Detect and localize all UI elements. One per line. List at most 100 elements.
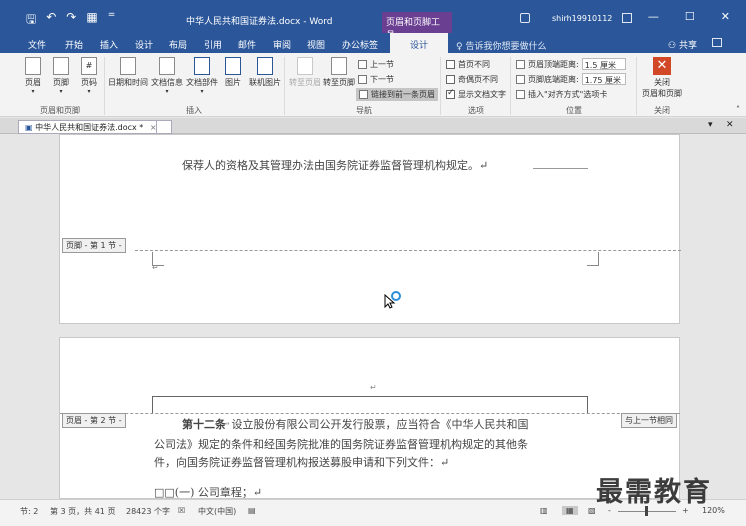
save-icon[interactable]: 🖫 [26, 10, 36, 31]
footer-section-tag: 页脚 - 第 1 节 - [62, 238, 126, 253]
header-top-distance: 页眉顶端距离: 1.5 厘米 [516, 58, 626, 70]
read-mode-icon[interactable]: ▥ [540, 506, 548, 515]
article-12-line-3[interactable]: 件，向国务院证券监督管理机构报送募股申请和下列文件：↵ [154, 454, 449, 470]
close-button[interactable]: ✕ [721, 10, 730, 23]
busy-cursor-icon [384, 291, 401, 309]
collapse-ribbon-icon[interactable]: ˄ [736, 105, 740, 114]
goto-footer-label: 转至页脚 [323, 78, 355, 87]
show-doc-text-checkbox[interactable]: 显示文档文字 [446, 88, 506, 100]
window-title: 中华人民共和国证券法.docx - Word [186, 17, 333, 27]
tab-hf-design[interactable]: 设计 [390, 33, 449, 53]
document-tab[interactable]: ▣ 中华人民共和国证券法.docx * × [18, 120, 164, 134]
footer-button[interactable]: 页脚 ▾ [50, 57, 72, 95]
divider [440, 57, 441, 115]
next-section-button[interactable]: 下一节 [358, 74, 394, 85]
tab-addin[interactable]: 办公标签 [342, 38, 378, 51]
page-1[interactable]: 保荐人的资格及其管理办法由国务院证券监督管理机构规定。↵ 页脚 - 第 1 节 … [59, 134, 681, 324]
insert-align-tab-label: 插入"对齐方式"选项卡 [528, 90, 608, 99]
header-distance-icon [516, 59, 525, 69]
group-navigation: 导航 [356, 106, 372, 115]
minimize-button[interactable]: — [648, 10, 659, 23]
window-controls: — ☐ ✕ [648, 10, 730, 23]
link-to-previous-button[interactable]: 链接到前一条页眉 [356, 88, 438, 101]
goto-footer-icon [331, 57, 347, 75]
page-number-button[interactable]: # 页码 ▾ [78, 57, 100, 95]
context-tools-label: 页眉和页脚工具 [382, 12, 452, 41]
tab-references[interactable]: 引用 [204, 38, 222, 51]
online-picture-button[interactable]: 联机图片 [248, 57, 282, 88]
underline-mark [533, 168, 588, 169]
header-area[interactable] [152, 396, 588, 414]
paragraph-mark: ↵ [152, 263, 159, 272]
tab-menu-icon[interactable]: ▾ [708, 120, 713, 130]
divider [510, 57, 511, 115]
tab-view[interactable]: 视图 [307, 38, 325, 51]
header-button[interactable]: 页眉 ▾ [22, 57, 44, 95]
status-language[interactable]: 中文(中国) [198, 506, 236, 517]
group-header-footer: 页眉和页脚 [40, 106, 80, 115]
diff-first-page-checkbox[interactable]: 首页不同 [446, 59, 490, 70]
tab-mailings[interactable]: 邮件 [238, 38, 256, 51]
macro-icon[interactable]: ▤ [248, 506, 256, 515]
proofing-icon[interactable]: ☒ [178, 506, 185, 515]
tab-review[interactable]: 审阅 [273, 38, 291, 51]
new-tab-button[interactable] [156, 120, 172, 134]
paragraph-mark: ↵ [370, 383, 377, 392]
close-hf-label-2: 页眉和页脚 [642, 89, 682, 98]
prev-section-button[interactable]: 上一节 [358, 59, 394, 70]
tell-me-label: 告诉我你想要做什么 [465, 42, 547, 52]
ribbon-display-options-icon[interactable] [622, 13, 632, 23]
share-button[interactable]: ⚇ 共享 [668, 38, 697, 51]
footer-bottom-input[interactable]: 1.75 厘米 [581, 73, 626, 85]
article-12-line-2[interactable]: 公司法》规定的条件和经国务院批准的国务院证券监督管理机构规定的其他条 [154, 436, 528, 452]
doc-info-button[interactable]: 文档信息 ▾ [150, 57, 184, 95]
goto-header-button[interactable]: 转至页眉 [288, 57, 322, 88]
tab-file[interactable]: 文件 [28, 38, 46, 51]
goto-header-label: 转至页眉 [289, 78, 321, 87]
tab-layout[interactable]: 布局 [169, 38, 187, 51]
footer-boundary [135, 250, 681, 251]
list-item[interactable]: □□(一) 公司章程；↵ [154, 484, 262, 500]
document-tab-bar: ▣ 中华人民共和国证券法.docx * × ▾ ✕ [0, 118, 746, 134]
prev-section-label: 上一节 [370, 60, 394, 69]
page-2[interactable]: ↵ 页眉 - 第 2 节 - 与上一节相同 第十二条" 设立股份有限公司公开发行… [59, 337, 680, 499]
web-layout-icon[interactable]: ▧ [588, 506, 596, 515]
undo-icon[interactable]: ↶ [46, 10, 56, 31]
divider [636, 57, 637, 115]
picture-icon [225, 57, 241, 75]
tab-insert[interactable]: 插入 [100, 38, 118, 51]
header-top-input[interactable]: 1.5 厘米 [581, 58, 626, 70]
customize-qat-button[interactable]: = [108, 10, 116, 31]
tell-me-search[interactable]: ♀ 告诉我你想要做什么 [456, 39, 546, 52]
tab-design[interactable]: 设计 [135, 38, 153, 51]
redo-icon[interactable]: ↷ [66, 10, 76, 31]
checkbox-checked-icon [446, 88, 455, 99]
group-position: 位置 [566, 106, 582, 115]
status-page[interactable]: 第 3 页，共 41 页 [50, 506, 115, 517]
document-workspace[interactable]: 保荐人的资格及其管理办法由国务院证券监督管理机构规定。↵ 页脚 - 第 1 节 … [0, 134, 746, 499]
format-painter-icon[interactable]: ▦ [86, 10, 97, 31]
insert-align-tab-button[interactable]: 插入"对齐方式"选项卡 [516, 89, 607, 100]
diff-odd-even-checkbox[interactable]: 奇偶页不同 [446, 74, 498, 85]
maximize-button[interactable]: ☐ [685, 10, 695, 23]
print-layout-icon[interactable]: ▦ [562, 506, 578, 515]
status-section[interactable]: 节: 2 [20, 506, 38, 517]
next-section-icon [358, 75, 367, 84]
user-name[interactable]: shirh19910112 [552, 14, 612, 23]
quick-parts-button[interactable]: 文档部件 ▾ [186, 57, 218, 95]
comments-icon[interactable] [712, 38, 722, 47]
picture-button[interactable]: 图片 [222, 57, 244, 88]
close-header-footer-button[interactable]: ✕ 关闭 页眉和页脚 [640, 57, 684, 99]
date-time-button[interactable]: 日期和时间 [108, 57, 148, 88]
page-number-icon: # [81, 57, 97, 75]
close-hf-label-1: 关闭 [654, 78, 670, 87]
goto-footer-button[interactable]: 转至页脚 [322, 57, 356, 88]
align-tab-icon [516, 90, 525, 99]
body-paragraph[interactable]: 保荐人的资格及其管理办法由国务院证券监督管理机构规定。↵ [182, 157, 488, 173]
tab-bar-close-icon[interactable]: ✕ [726, 120, 734, 130]
status-words[interactable]: 28423 个字 [126, 506, 170, 517]
account-icon[interactable] [520, 13, 530, 23]
tab-home[interactable]: 开始 [65, 38, 83, 51]
article-12-line-1[interactable]: 第十二条" 设立股份有限公司公开发行股票，应当符合《中华人民共和国 [182, 416, 528, 432]
quick-parts-icon [194, 57, 210, 75]
